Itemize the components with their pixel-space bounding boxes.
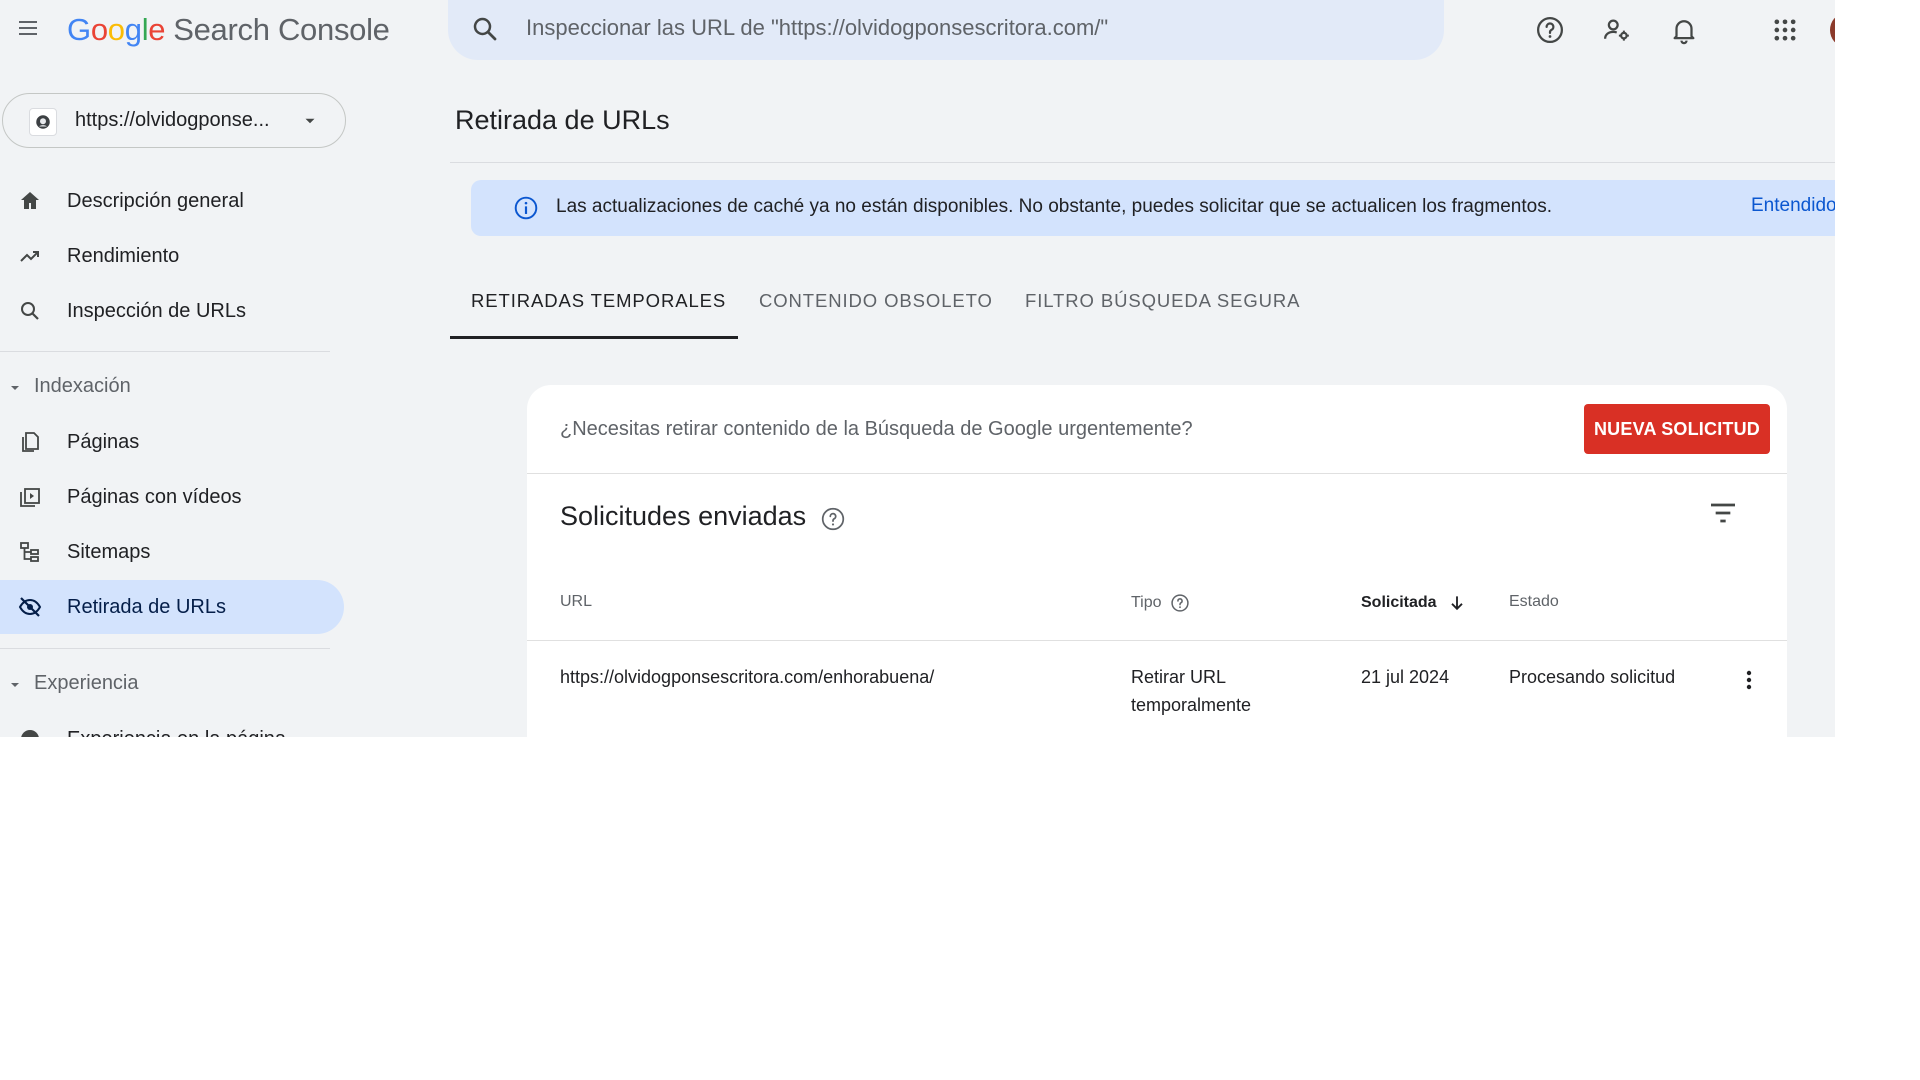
submitted-requests-title: Solicitudes enviadas (560, 501, 807, 531)
sidebar-item-label: Rendimiento (67, 244, 180, 267)
tab-temporary-removals[interactable]: RETIRADAS TEMPORALES (471, 276, 726, 340)
property-label: https://olvidogponse... (75, 109, 270, 131)
new-request-button[interactable]: NUEVA SOLICITUD (1584, 404, 1770, 454)
sort-descending-icon (1450, 596, 1463, 611)
removals-icon (18, 597, 42, 617)
sidebar-section-experience[interactable]: Experiencia (0, 663, 330, 703)
trending-up-icon (20, 251, 39, 262)
more-vert-icon (1746, 670, 1752, 690)
sidebar-item-video-pages[interactable]: Páginas con vídeos (0, 470, 344, 524)
sidebar-item-overview[interactable]: Descripción general (0, 174, 344, 228)
info-banner: Las actualizaciones de caché ya no están… (471, 180, 1835, 236)
search-input[interactable] (526, 12, 1406, 44)
row-type-line: Retirar URL (1131, 667, 1227, 687)
row-more-options-button[interactable] (1737, 665, 1761, 695)
url-inspection-search (448, 0, 1444, 60)
sidebar-section-label: Experiencia (34, 671, 139, 694)
logo-letter: g (124, 12, 142, 47)
video-pages-icon (20, 488, 40, 507)
page-title: Retirada de URLs (455, 105, 670, 135)
removals-card: ¿Necesitas retirar contenido de la Búsqu… (527, 385, 1787, 737)
sidebar-divider (0, 351, 330, 352)
manage-users-icon (1604, 19, 1629, 41)
table-header-divider (527, 640, 1787, 641)
main-menu-button[interactable] (10, 10, 46, 46)
row-url: https://olvidogponsescritora.com/enhorab… (560, 667, 935, 687)
title-divider (450, 162, 1835, 163)
logo-letter: G (67, 12, 91, 47)
property-favicon-icon (29, 108, 57, 136)
sidebar-item-page-experience[interactable]: Experiencia en la página (0, 712, 344, 737)
sidebar-item-removals[interactable]: Retirada de URLs (0, 580, 344, 634)
sidebar-divider (0, 648, 330, 649)
sidebar-item-sitemaps[interactable]: Sitemaps (0, 525, 344, 579)
row-type: Retirar URL temporalmente (1131, 663, 1251, 719)
page-experience-icon (21, 730, 39, 737)
row-requested-date: 21 jul 2024 (1361, 667, 1450, 687)
home-icon (21, 192, 39, 209)
sidebar-item-performance[interactable]: Rendimiento (0, 229, 344, 283)
google-apps-button[interactable] (1767, 12, 1803, 48)
apps-grid-icon (1774, 19, 1796, 41)
card-divider (527, 473, 1787, 474)
tab-safesearch-filtering[interactable]: FILTRO BÚSQUEDA SEGURA (1025, 276, 1300, 340)
logo-letter: o (107, 12, 125, 47)
tab-outdated-content[interactable]: CONTENIDO OBSOLETO (759, 276, 993, 340)
app-logo[interactable]: Google Search Console (67, 12, 390, 48)
sidebar-item-label: Páginas con vídeos (67, 485, 242, 508)
pages-icon (22, 432, 39, 452)
dropdown-arrow-icon (305, 118, 315, 124)
row-status: Procesando solicitud (1509, 667, 1676, 687)
help-icon[interactable] (1170, 593, 1190, 613)
banner-dismiss-link[interactable]: Entendido (1751, 195, 1835, 217)
column-header-type[interactable]: Tipo (1131, 593, 1190, 613)
sidebar-item-label: Retirada de URLs (67, 595, 226, 618)
column-header-url[interactable]: URL (560, 593, 592, 611)
sidebar-section-indexing[interactable]: Indexación (0, 366, 330, 406)
product-name: Search Console (173, 12, 390, 47)
sitemap-icon (20, 542, 39, 562)
property-selector[interactable]: https://olvidogponse... (2, 93, 346, 148)
hamburger-menu-icon (19, 21, 37, 35)
column-header-label: Solicitada (1361, 594, 1437, 611)
search-console-app: GoogleSearch Console https://olvidogpons… (0, 0, 1835, 737)
sidebar-item-label: Descripción general (67, 189, 244, 212)
help-button[interactable] (1532, 12, 1568, 48)
notifications-button[interactable] (1666, 12, 1702, 48)
sidebar-item-label: Experiencia en la página (67, 728, 286, 738)
search-icon[interactable] (470, 14, 500, 44)
sidebar-item-pages[interactable]: Páginas (0, 415, 344, 469)
urgent-removal-prompt: ¿Necesitas retirar contenido de la Búsqu… (560, 418, 1193, 440)
logo-letter: e (148, 12, 166, 47)
active-tab-indicator (450, 336, 738, 339)
row-type-line: temporalmente (1131, 695, 1252, 715)
logo-letter: o (90, 12, 108, 47)
collapse-caret-icon (11, 386, 19, 390)
collapse-caret-icon (11, 683, 19, 687)
search-icon (21, 302, 39, 320)
sidebar-item-label: Páginas (67, 430, 140, 453)
banner-message: Las actualizaciones de caché ya no están… (556, 196, 1552, 217)
sidebar-item-label: Sitemaps (67, 540, 151, 563)
filter-icon (1711, 503, 1735, 523)
avatar[interactable] (1830, 14, 1835, 46)
column-header-requested[interactable]: Solicitada (1361, 593, 1467, 613)
sidebar-section-label: Indexación (34, 374, 131, 397)
manage-users-button[interactable] (1599, 12, 1635, 48)
column-header-status[interactable]: Estado (1509, 593, 1559, 611)
info-icon (514, 196, 538, 220)
sidebar-item-label: Inspección de URLs (67, 299, 246, 322)
notifications-icon (1673, 20, 1695, 45)
help-icon (1537, 17, 1563, 43)
column-header-label: Tipo (1131, 594, 1162, 611)
help-icon[interactable] (820, 506, 846, 532)
sidebar-item-url-inspection[interactable]: Inspección de URLs (0, 284, 344, 338)
